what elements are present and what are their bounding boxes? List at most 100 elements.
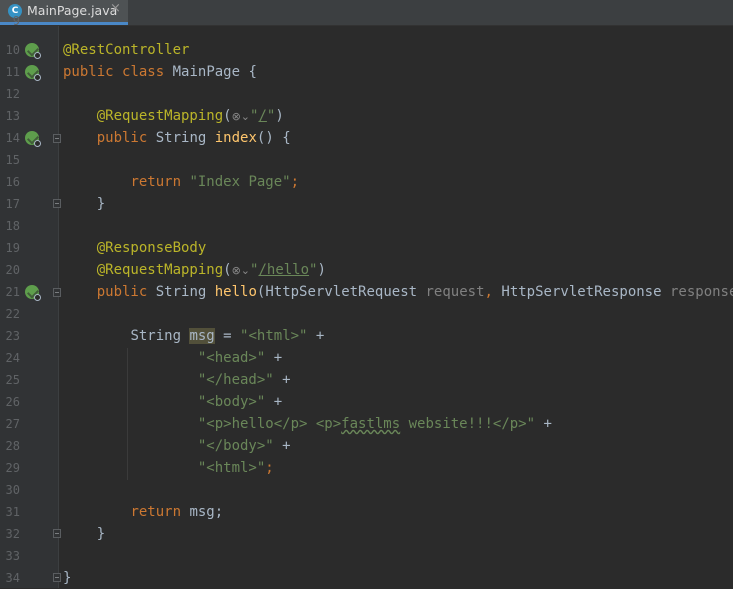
paren: (	[223, 108, 232, 124]
code-line-21[interactable]: public String hello(HttpServletRequest r…	[63, 281, 733, 303]
keyword: public	[96, 284, 148, 300]
paren: (	[223, 262, 232, 278]
line-number: 11	[5, 65, 20, 79]
line-number: 15	[5, 153, 20, 167]
line-number: 23	[5, 329, 20, 343]
code-line-11[interactable]: public class MainPage {	[63, 61, 257, 83]
string-literal: "Index Page"	[189, 174, 291, 190]
string-literal: "<html>"	[197, 460, 266, 476]
line-number: 21	[5, 285, 20, 299]
code-line-32[interactable]: }	[63, 523, 105, 545]
line-number: 13	[5, 109, 20, 123]
code-text: +	[273, 372, 291, 388]
fold-marker-icon[interactable]	[53, 288, 61, 297]
line-number: 34	[5, 571, 20, 585]
code-text: =	[214, 328, 241, 344]
line-number: 19	[5, 241, 20, 255]
type: HttpServletRequest	[265, 284, 418, 300]
gutter-divider	[58, 26, 59, 588]
line-number: 9	[12, 16, 20, 26]
spring-bean-icon[interactable]	[25, 43, 41, 59]
close-icon[interactable]: ×	[110, 1, 121, 17]
keyword: return	[130, 504, 182, 520]
line-number: 14	[5, 131, 20, 145]
code-line-16[interactable]: return "Index Page";	[63, 171, 299, 193]
code-line-28[interactable]: "</body>" +	[63, 435, 291, 457]
parameter: response	[669, 284, 733, 300]
code-line-27[interactable]: "<p>hello</p> <p>fastlms website!!!</p>"…	[63, 413, 552, 435]
string-literal: "</body>"	[197, 438, 274, 454]
spring-web-mapping-icon[interactable]	[25, 131, 41, 147]
type: String	[130, 328, 182, 344]
keyword: class	[122, 64, 165, 80]
code-text: +	[265, 394, 283, 410]
code-line-31[interactable]: return msg;	[63, 501, 223, 523]
spring-web-mapping-icon[interactable]	[25, 285, 41, 301]
url-path-link[interactable]: /hello	[258, 262, 309, 278]
method-name: hello	[214, 284, 257, 300]
editor-tab-bar: C MainPage.java ×	[0, 0, 733, 26]
code-line-24[interactable]: "<head>" +	[63, 347, 282, 369]
parameter: request	[425, 284, 485, 300]
code-text: () {	[256, 130, 291, 146]
brace: }	[63, 570, 72, 586]
code-text: +	[535, 416, 552, 432]
code-line-25[interactable]: "</head>" +	[63, 369, 291, 391]
code-line-23[interactable]: String msg = "<html>" +	[63, 325, 324, 347]
class-name: MainPage	[172, 64, 241, 80]
code-line-13[interactable]: @RequestMapping(⊗⌄"/")	[63, 105, 284, 127]
code-line-26[interactable]: "<body>" +	[63, 391, 282, 413]
line-number: 18	[5, 219, 20, 233]
type: String	[155, 284, 207, 300]
line-number: 31	[5, 505, 20, 519]
brace: }	[96, 526, 106, 542]
fold-marker-icon[interactable]	[53, 199, 61, 208]
annotation: @ResponseBody	[96, 240, 207, 256]
line-number: 20	[5, 263, 20, 277]
line-number: 16	[5, 175, 20, 189]
fold-marker-icon[interactable]	[53, 573, 61, 582]
annotation: @RestController	[63, 42, 190, 58]
typo-warning[interactable]: fastlms	[341, 416, 400, 432]
semicolon: ;	[290, 174, 300, 190]
string-literal: "</head>"	[197, 372, 274, 388]
line-number: 29	[5, 461, 20, 475]
url-hint-icon[interactable]: ⊗⌄	[232, 110, 250, 123]
type: String	[155, 130, 207, 146]
comma: ,	[484, 284, 493, 300]
code-line-20[interactable]: @RequestMapping(⊗⌄"/hello")	[63, 259, 326, 281]
line-number: 32	[5, 527, 20, 541]
line-number: 33	[5, 549, 20, 563]
string-literal: "<p>hello</p> <p>	[197, 416, 342, 432]
code-text: +	[273, 438, 291, 454]
keyword: return	[130, 174, 182, 190]
fold-marker-icon[interactable]	[53, 529, 61, 538]
annotation: @RequestMapping	[96, 108, 224, 124]
code-text: +	[307, 328, 325, 344]
type: HttpServletResponse	[501, 284, 662, 300]
code-line-19[interactable]: @ResponseBody	[63, 237, 207, 259]
url-hint-icon[interactable]: ⊗⌄	[232, 264, 250, 277]
brace: }	[96, 196, 106, 212]
code-text: +	[265, 350, 283, 366]
code-line-10[interactable]: @RestController	[63, 39, 189, 61]
code-line-14[interactable]: public String index() {	[63, 127, 291, 149]
url-path-link[interactable]: /	[258, 108, 266, 124]
line-number: 25	[5, 373, 20, 387]
brace: {	[248, 64, 257, 80]
spring-bean-icon[interactable]	[25, 65, 41, 81]
variable-highlight: msg	[189, 328, 215, 344]
code-text: msg;	[181, 504, 224, 520]
string-literal: website!!!</p>"	[400, 416, 536, 432]
fold-marker-icon[interactable]	[53, 134, 61, 143]
tab-title: MainPage.java	[27, 3, 118, 18]
paren: )	[317, 262, 326, 278]
code-line-17[interactable]: }	[63, 193, 105, 215]
code-line-29[interactable]: "<html>";	[63, 457, 274, 479]
line-number: 12	[5, 87, 20, 101]
semicolon: ;	[265, 460, 274, 476]
code-line-34[interactable]: }	[63, 567, 71, 589]
keyword: public	[63, 64, 114, 80]
keyword: public	[96, 130, 148, 146]
line-number: 24	[5, 351, 20, 365]
